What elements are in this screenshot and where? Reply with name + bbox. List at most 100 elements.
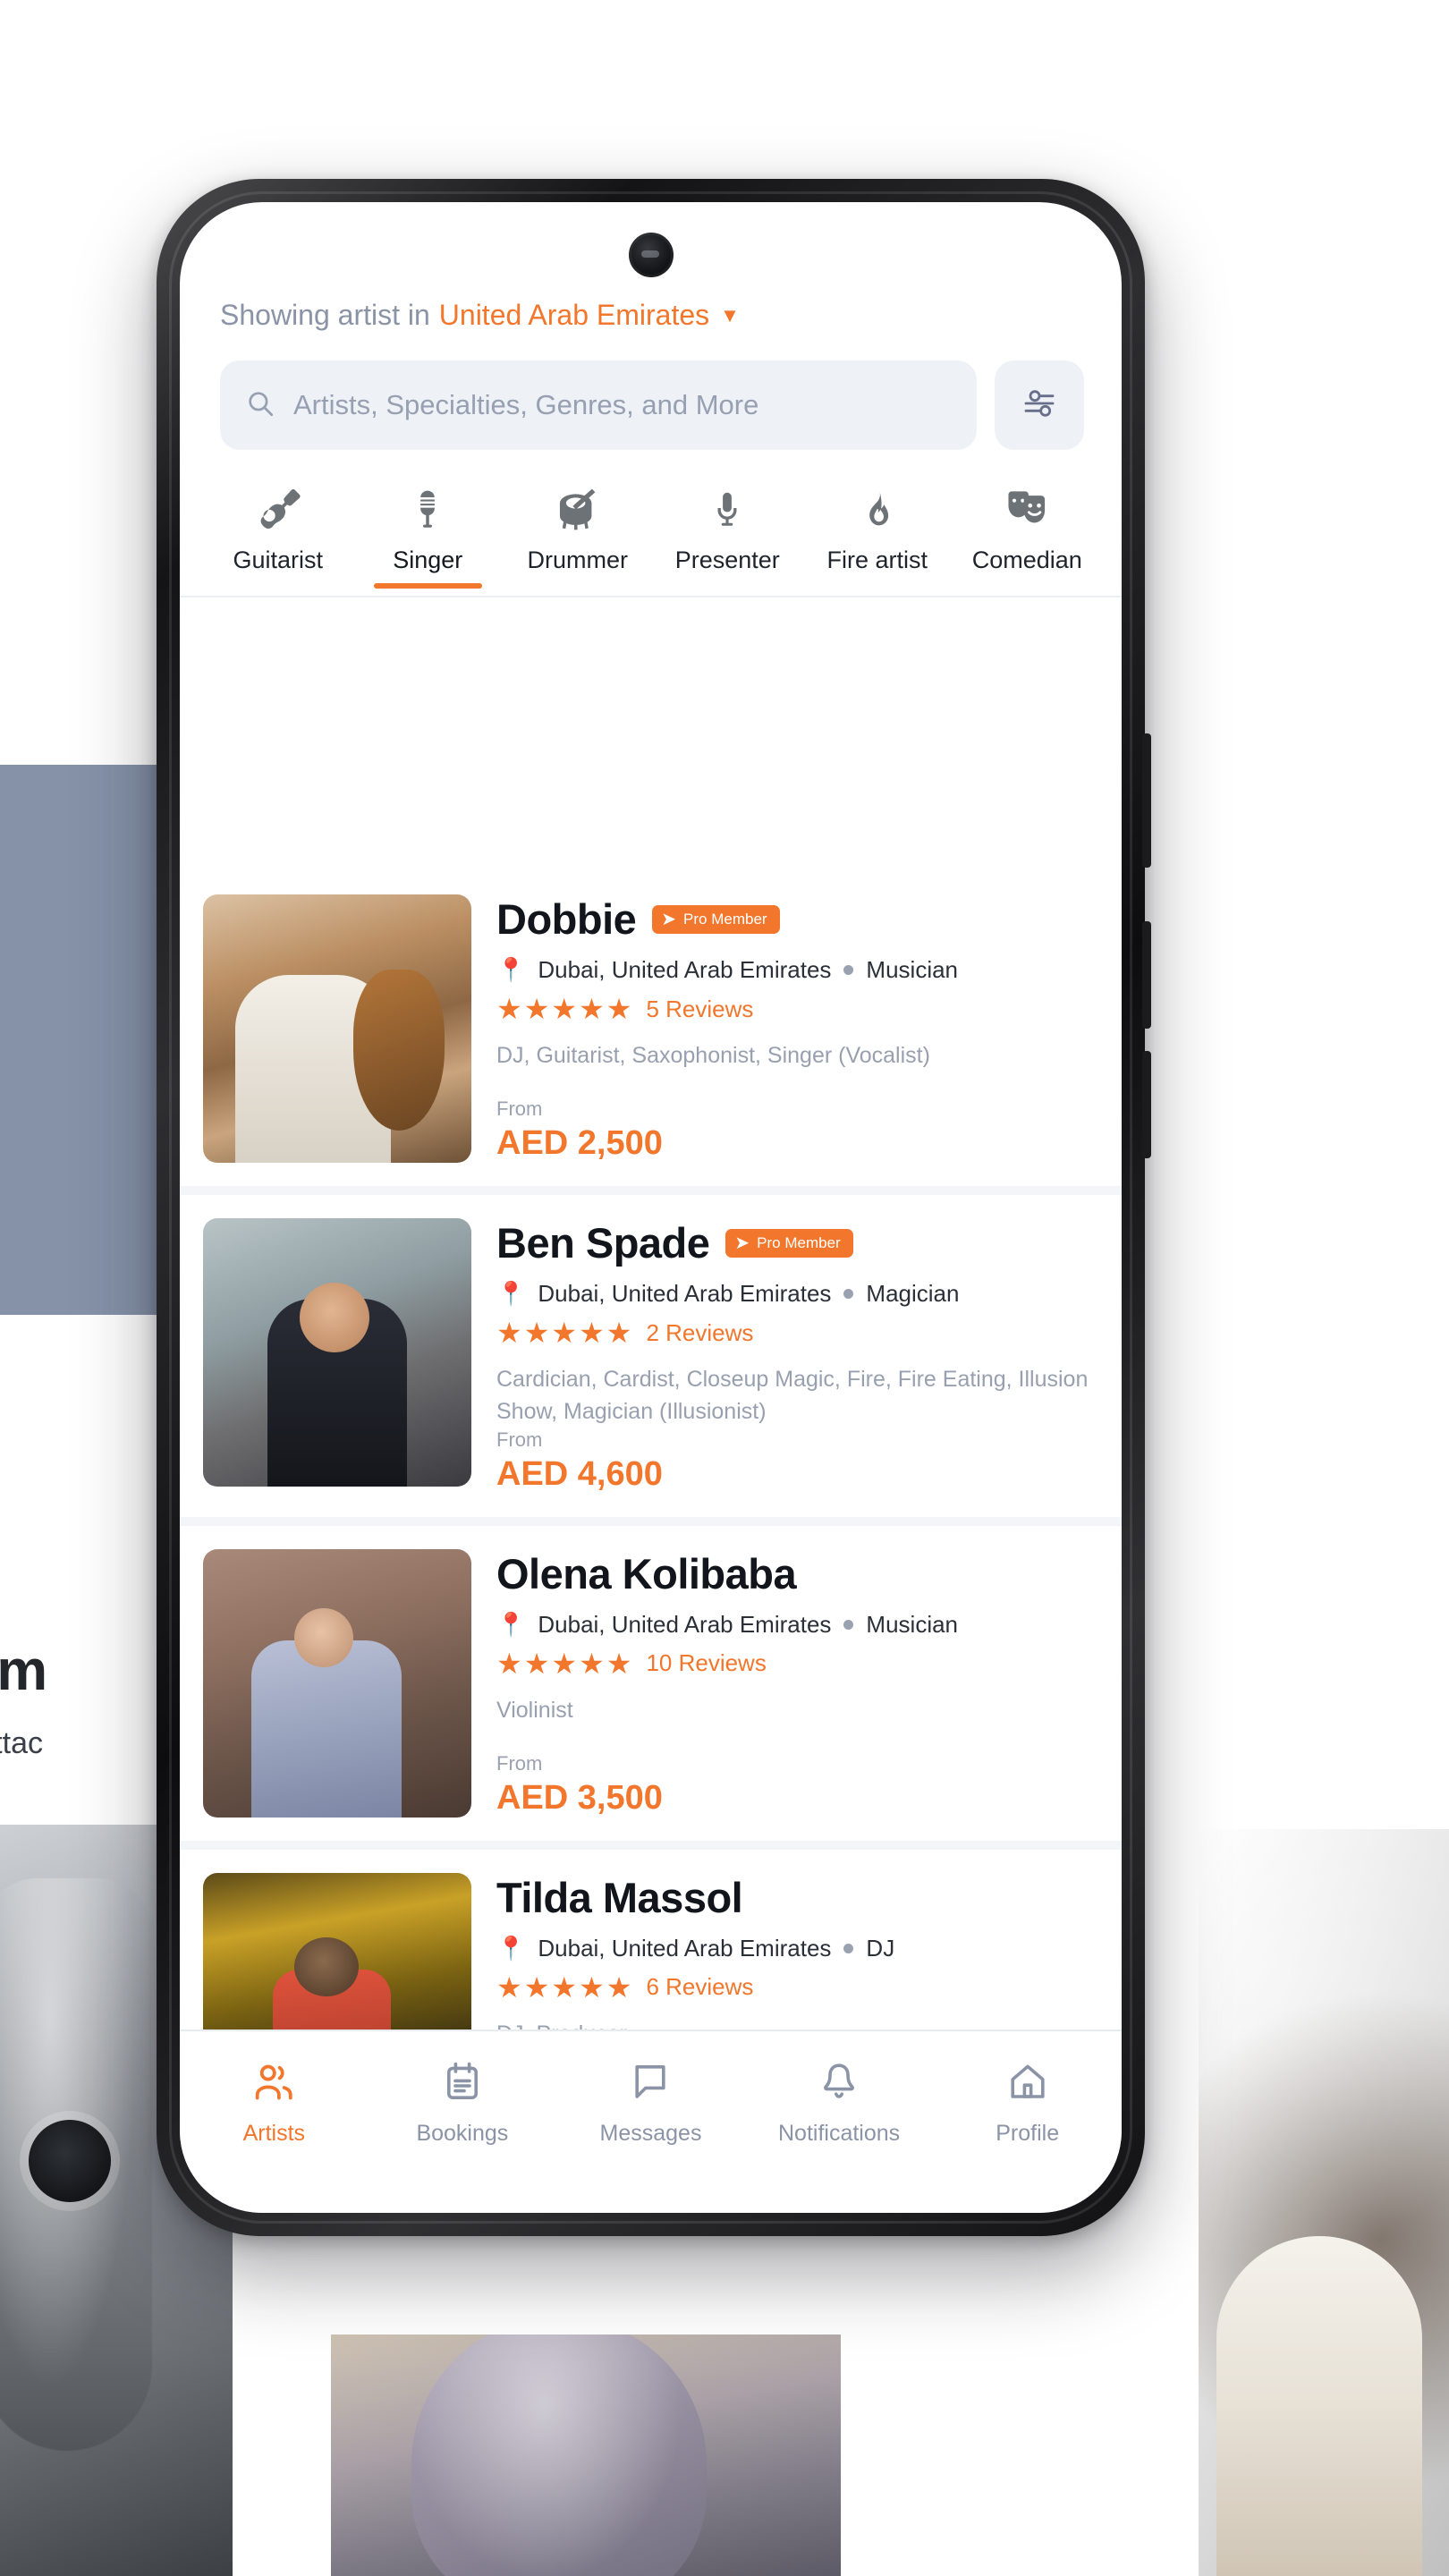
artist-name-row: Tilda Massol <box>496 1873 1098 1922</box>
artist-name-row: Ben Spade ➤ Pro Member <box>496 1218 1098 1267</box>
review-count[interactable]: 6 Reviews <box>646 1973 753 2001</box>
search-row: Artists, Specialties, Genres, and More <box>180 332 1122 450</box>
artist-rating-row: ★★★★★ 5 Reviews <box>496 995 1098 1023</box>
artist-location: Dubai, United Arab Emirates <box>538 1280 832 1307</box>
phone-device: Showing artist in United Arab Emirates ▼… <box>157 179 1151 2236</box>
wing-icon: ➤ <box>661 909 677 929</box>
artist-card[interactable]: Dobbie ➤ Pro Member 📍 Dubai, United Arab… <box>180 871 1122 1186</box>
volume-down-button[interactable] <box>1142 1051 1151 1158</box>
separator-dot <box>843 1943 854 1953</box>
nav-item-notifications[interactable]: Notifications <box>745 2056 934 2147</box>
background-violinist-photo <box>331 2334 841 2576</box>
drum-icon <box>552 480 604 534</box>
artist-role: Musician <box>866 956 959 983</box>
calendar-icon <box>441 2056 484 2108</box>
pro-member-label: Pro Member <box>757 1233 841 1251</box>
mic-icon <box>708 480 746 534</box>
pro-member-badge: ➤ Pro Member <box>652 904 780 934</box>
from-label: From <box>496 1428 543 1451</box>
pro-member-badge: ➤ Pro Member <box>725 1228 853 1258</box>
artist-price: AED 3,500 <box>496 1778 663 1817</box>
category-tabs: Guitarist Singer Drummer Presenter Fire … <box>180 450 1122 589</box>
header-divider <box>180 596 1122 597</box>
volume-up-button[interactable] <box>1142 921 1151 1029</box>
category-tab-comedian[interactable]: Comedian <box>953 480 1103 589</box>
artist-name[interactable]: Olena Kolibaba <box>496 1549 797 1598</box>
masks-icon <box>1001 480 1053 534</box>
artist-meta-row: 📍 Dubai, United Arab Emirates Magician <box>496 1280 1098 1308</box>
review-count[interactable]: 10 Reviews <box>646 1649 766 1677</box>
artist-rating-row: ★★★★★ 2 Reviews <box>496 1318 1098 1347</box>
artist-meta-row: 📍 Dubai, United Arab Emirates Musician <box>496 956 1098 984</box>
power-button[interactable] <box>1142 733 1151 868</box>
artist-price-block: From AED 3,500 <box>496 1752 1098 1818</box>
location-value[interactable]: United Arab Emirates <box>439 299 709 332</box>
home-icon <box>1006 2056 1049 2108</box>
nav-item-messages[interactable]: Messages <box>556 2056 745 2147</box>
category-tab-guitarist[interactable]: Guitarist <box>203 480 353 589</box>
search-input[interactable]: Artists, Specialties, Genres, and More <box>220 360 977 450</box>
bell-icon <box>818 2056 860 2108</box>
artist-price-block: From AED 2,500 <box>496 1097 1098 1163</box>
category-tab-drummer[interactable]: Drummer <box>503 480 653 589</box>
artist-location: Dubai, United Arab Emirates <box>538 1934 832 1962</box>
artist-list[interactable]: Dobbie ➤ Pro Member 📍 Dubai, United Arab… <box>180 871 1122 2029</box>
artist-card[interactable]: Ben Spade ➤ Pro Member 📍 Dubai, United A… <box>180 1195 1122 1517</box>
artist-location: Dubai, United Arab Emirates <box>538 956 832 983</box>
category-tab-label: Guitarist <box>233 547 324 573</box>
review-count[interactable]: 2 Reviews <box>646 1319 753 1347</box>
microphone-retro-icon <box>407 480 448 534</box>
category-tab-presenter[interactable]: Presenter <box>653 480 803 589</box>
review-count[interactable]: 5 Reviews <box>646 996 753 1023</box>
guitar-icon <box>255 480 301 534</box>
filter-sliders-icon <box>1021 386 1057 426</box>
background-saxophonist-photo <box>1199 1829 1449 2576</box>
artist-name[interactable]: Tilda Massol <box>496 1873 743 1922</box>
artist-card[interactable]: Olena Kolibaba 📍 Dubai, United Arab Emir… <box>180 1525 1122 1841</box>
artist-rating-row: ★★★★★ 10 Reviews <box>496 1649 1098 1678</box>
from-label: From <box>496 1097 543 1120</box>
artist-photo[interactable] <box>203 1218 471 1487</box>
artist-specialties: Cardician, Cardist, Closeup Magic, Fire,… <box>496 1367 1089 1425</box>
wing-icon: ➤ <box>734 1233 750 1253</box>
star-rating: ★★★★★ <box>496 1317 634 1349</box>
artist-name-row: Dobbie ➤ Pro Member <box>496 894 1098 944</box>
artist-photo[interactable] <box>203 1548 471 1818</box>
artist-specialties: DJ, Producer <box>496 2018 1098 2030</box>
artist-role: Magician <box>866 1280 960 1307</box>
location-pin-icon: 📍 <box>496 1934 526 1962</box>
category-tab-singer[interactable]: Singer <box>353 480 504 589</box>
users-icon <box>251 2056 296 2108</box>
artist-location: Dubai, United Arab Emirates <box>538 1610 832 1638</box>
category-tab-label: Presenter <box>674 547 780 573</box>
separator-dot <box>843 965 854 975</box>
separator-dot <box>843 1289 854 1299</box>
star-rating: ★★★★★ <box>496 1647 634 1680</box>
artist-specialties: Violinist <box>496 1697 573 1723</box>
location-pin-icon: 📍 <box>496 956 526 983</box>
artist-specialties: DJ, Guitarist, Saxophonist, Singer (Voca… <box>496 1043 930 1068</box>
nav-item-artists[interactable]: Artists <box>180 2056 369 2147</box>
artist-meta-row: 📍 Dubai, United Arab Emirates Musician <box>496 1611 1098 1639</box>
artist-info: Ben Spade ➤ Pro Member 📍 Dubai, United A… <box>496 1218 1098 1494</box>
search-placeholder: Artists, Specialties, Genres, and More <box>293 389 759 420</box>
artist-photo[interactable] <box>203 1872 471 2029</box>
nav-item-bookings[interactable]: Bookings <box>369 2056 557 2147</box>
artist-role: DJ <box>866 1934 895 1962</box>
search-icon <box>245 388 275 423</box>
artist-name[interactable]: Dobbie <box>496 894 637 944</box>
artist-name-row: Olena Kolibaba <box>496 1549 1098 1598</box>
filter-button[interactable] <box>995 360 1084 450</box>
nav-item-profile[interactable]: Profile <box>933 2056 1122 2147</box>
category-tab-label: Fire artist <box>826 547 928 573</box>
chevron-down-icon[interactable]: ▼ <box>720 305 740 326</box>
artist-price-block: From AED 4,600 <box>496 1428 1098 1494</box>
chat-bubble-icon <box>629 2056 672 2108</box>
category-tab-fire-artist[interactable]: Fire artist <box>802 480 953 589</box>
artist-info: Olena Kolibaba 📍 Dubai, United Arab Emir… <box>496 1549 1098 1818</box>
artist-card[interactable]: Tilda Massol 📍 Dubai, United Arab Emirat… <box>180 1849 1122 2030</box>
artist-name[interactable]: Ben Spade <box>496 1218 710 1267</box>
from-label: From <box>496 1751 543 1775</box>
artist-photo[interactable] <box>203 894 471 1163</box>
location-pin-icon: 📍 <box>496 1610 526 1638</box>
